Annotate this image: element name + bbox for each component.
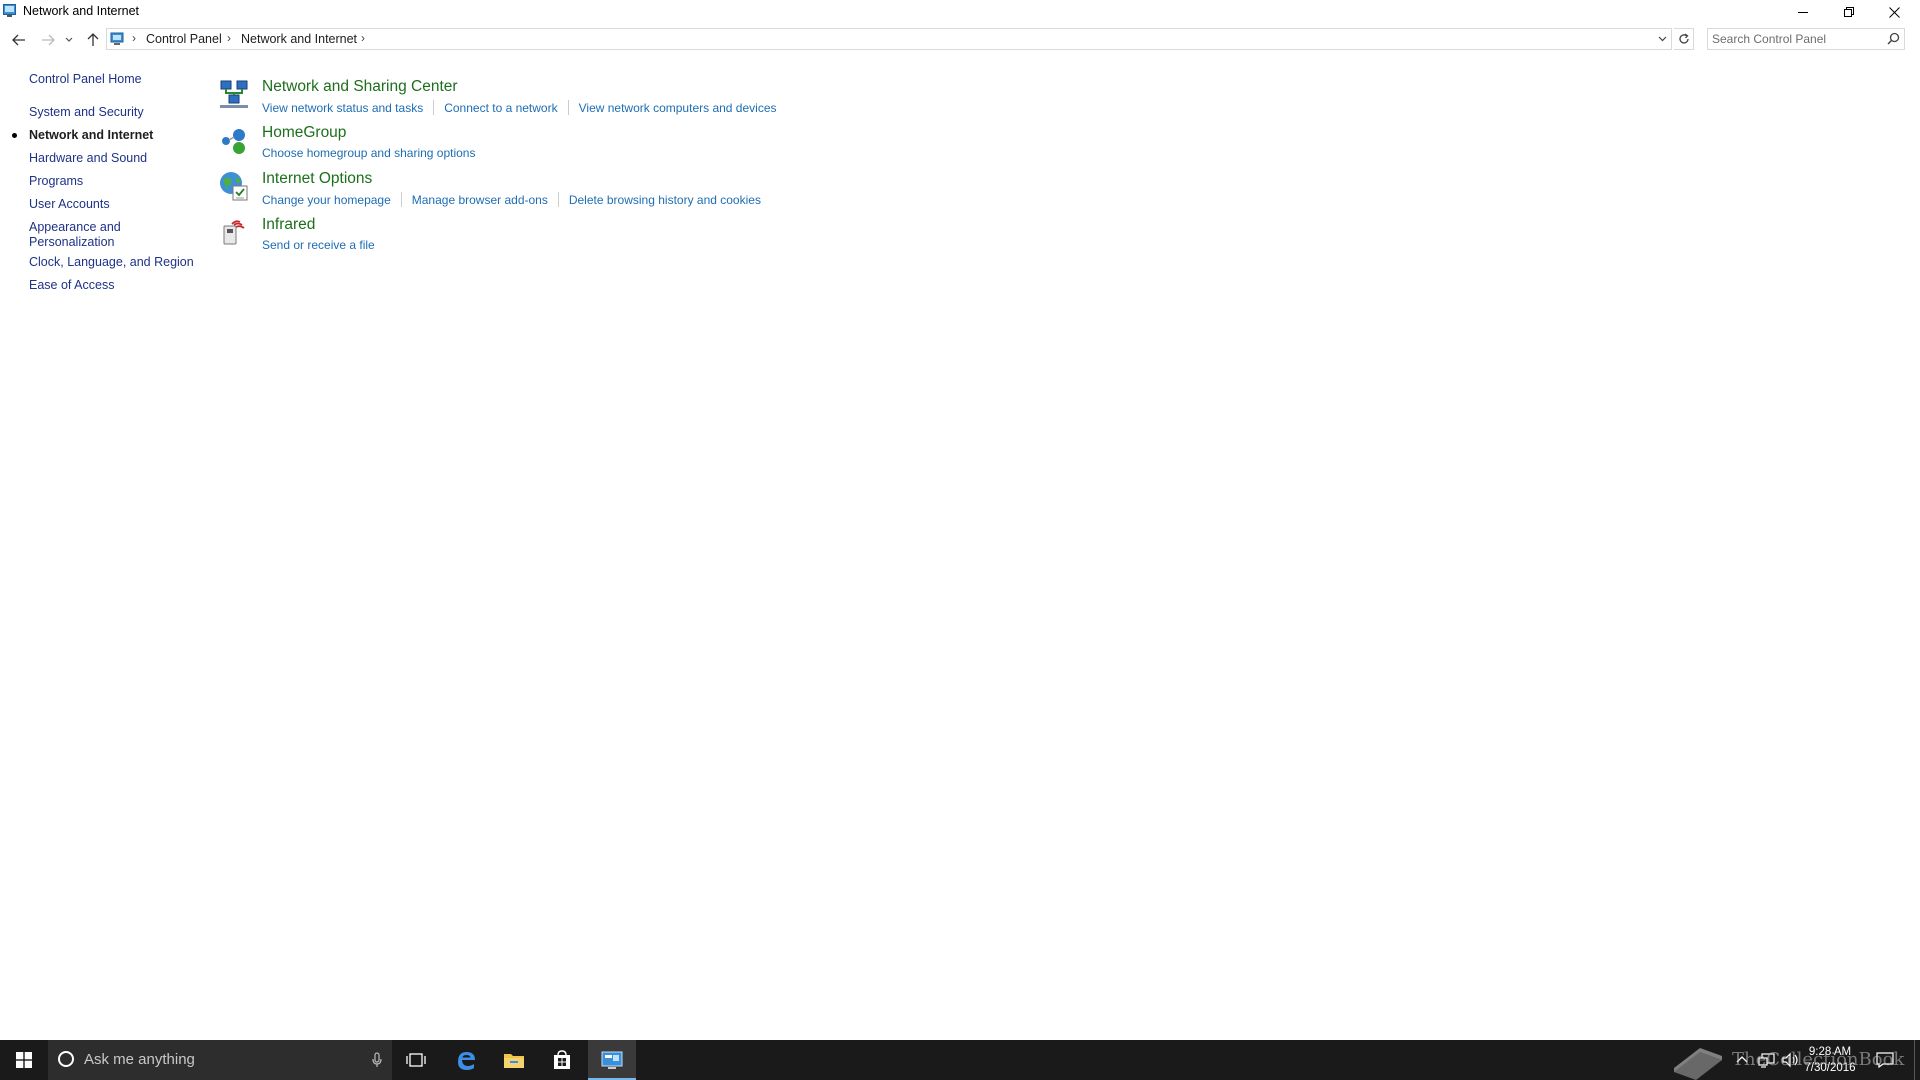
category-infrared: Infrared Send or receive a file	[218, 216, 918, 260]
task-separator	[433, 100, 435, 115]
sidebar-item-hardware-and-sound[interactable]: Hardware and Sound	[29, 151, 147, 166]
task-separator	[557, 192, 559, 207]
sidebar-item-control-panel-home[interactable]: Control Panel Home	[29, 72, 142, 87]
taskbar-control-panel[interactable]	[588, 1040, 636, 1080]
sidebar-item-system-and-security[interactable]: System and Security	[29, 105, 144, 120]
task-send-receive-file[interactable]: Send or receive a file	[262, 238, 375, 252]
category-network-sharing-center: Network and Sharing Center View network …	[218, 78, 918, 122]
minimize-button[interactable]	[1780, 0, 1825, 24]
network-sharing-center-icon[interactable]	[218, 78, 250, 110]
task-homegroup-sharing-options[interactable]: Choose homegroup and sharing options	[262, 146, 475, 160]
task-view-button[interactable]	[392, 1040, 440, 1080]
start-button[interactable]	[0, 1040, 48, 1080]
back-button[interactable]	[10, 32, 28, 48]
task-delete-browsing-history[interactable]: Delete browsing history and cookies	[569, 193, 761, 207]
sidebar-item-programs[interactable]: Programs	[29, 174, 83, 189]
window-title: Network and Internet	[23, 4, 140, 18]
taskbar-store[interactable]	[538, 1040, 586, 1080]
sidebar-item-label-line: Personalization	[29, 235, 115, 249]
category-internet-options: Internet Options Change your homepage Ma…	[218, 170, 918, 214]
sidebar-item-label-line: Appearance and	[29, 220, 121, 234]
microphone-icon[interactable]	[372, 1052, 382, 1068]
task-links: Choose homegroup and sharing options	[262, 146, 475, 160]
task-separator	[567, 100, 569, 115]
task-links: Send or receive a file	[262, 238, 375, 252]
windows-logo-icon	[16, 1052, 32, 1068]
search-icon[interactable]	[1887, 32, 1900, 45]
breadcrumb-network-and-internet[interactable]: Network and Internet	[241, 32, 357, 46]
forward-arrow-icon	[42, 34, 55, 46]
task-connect-to-network[interactable]: Connect to a network	[444, 101, 557, 115]
task-separator	[400, 192, 402, 207]
watermark-text: TheCollectionBook	[1732, 1049, 1905, 1070]
infrared-icon[interactable]	[218, 216, 250, 248]
restore-icon	[1843, 7, 1854, 17]
book-logo-icon	[1674, 1048, 1722, 1080]
forward-button[interactable]	[39, 32, 57, 48]
task-view-icon	[406, 1053, 426, 1067]
task-view-network-computers[interactable]: View network computers and devices	[579, 101, 777, 115]
homegroup-title[interactable]: HomeGroup	[262, 124, 346, 142]
control-panel-location-icon	[110, 32, 124, 45]
back-arrow-icon	[12, 34, 25, 46]
internet-options-icon[interactable]	[218, 170, 250, 202]
breadcrumb-control-panel[interactable]: Control Panel	[146, 32, 222, 46]
up-arrow-icon	[87, 33, 99, 46]
refresh-icon	[1678, 33, 1689, 44]
taskbar-edge[interactable]	[442, 1040, 490, 1080]
breadcrumb-separator-icon[interactable]: ›	[132, 31, 136, 45]
internet-options-title[interactable]: Internet Options	[262, 170, 372, 188]
file-explorer-icon	[504, 1054, 524, 1068]
cortana-circle-icon	[58, 1051, 74, 1067]
sidebar-item-clock-language-region[interactable]: Clock, Language, and Region	[29, 255, 194, 270]
taskbar-file-explorer[interactable]	[490, 1040, 538, 1080]
control-panel-app-icon	[3, 4, 16, 17]
breadcrumb-separator-icon[interactable]: ›	[361, 31, 365, 45]
homegroup-icon[interactable]	[218, 124, 250, 156]
chevron-down-icon	[65, 37, 73, 42]
task-links: Change your homepage Manage browser add-…	[262, 192, 761, 207]
edge-icon	[458, 1052, 475, 1070]
search-box	[1707, 28, 1905, 50]
sidebar-item-ease-of-access[interactable]: Ease of Access	[29, 278, 114, 293]
store-icon	[554, 1050, 570, 1069]
cortana-search-box[interactable]: Ask me anything	[48, 1040, 392, 1080]
task-view-network-status[interactable]: View network status and tasks	[262, 101, 423, 115]
sidebar-item-user-accounts[interactable]: User Accounts	[29, 197, 110, 212]
control-panel-icon	[601, 1051, 623, 1069]
category-homegroup: HomeGroup Choose homegroup and sharing o…	[218, 124, 918, 168]
recent-locations-button[interactable]	[64, 32, 74, 48]
up-button[interactable]	[84, 32, 102, 48]
infrared-title[interactable]: Infrared	[262, 216, 315, 234]
address-history-dropdown[interactable]	[1652, 29, 1672, 49]
show-desktop-button[interactable]	[1914, 1040, 1920, 1080]
chevron-down-icon	[1658, 36, 1666, 42]
cortana-search-placeholder: Ask me anything	[84, 1051, 195, 1068]
address-bar[interactable]: › Control Panel › Network and Internet ›	[106, 28, 1672, 50]
current-item-bullet	[12, 133, 17, 138]
task-manage-browser-addons[interactable]: Manage browser add-ons	[412, 193, 548, 207]
breadcrumb-separator-icon[interactable]: ›	[227, 31, 231, 45]
search-input[interactable]	[1712, 31, 1880, 47]
taskbar: Ask me anything 9:28 AM 7/30/2016	[0, 1040, 1920, 1080]
title-bar: Network and Internet	[0, 0, 1920, 24]
task-change-homepage[interactable]: Change your homepage	[262, 193, 391, 207]
sidebar-item-appearance-and-personalization[interactable]: Appearance and Personalization	[29, 220, 121, 250]
sidebar-item-network-and-internet: Network and Internet	[29, 128, 154, 142]
refresh-button[interactable]	[1674, 28, 1694, 50]
close-button[interactable]	[1872, 0, 1917, 24]
restore-button[interactable]	[1826, 0, 1871, 24]
navigation-bar: › Control Panel › Network and Internet ›	[0, 28, 1920, 52]
task-links: View network status and tasks Connect to…	[262, 100, 777, 115]
minimize-icon	[1797, 12, 1808, 13]
network-sharing-center-title[interactable]: Network and Sharing Center	[262, 78, 458, 96]
close-icon	[1889, 6, 1900, 18]
